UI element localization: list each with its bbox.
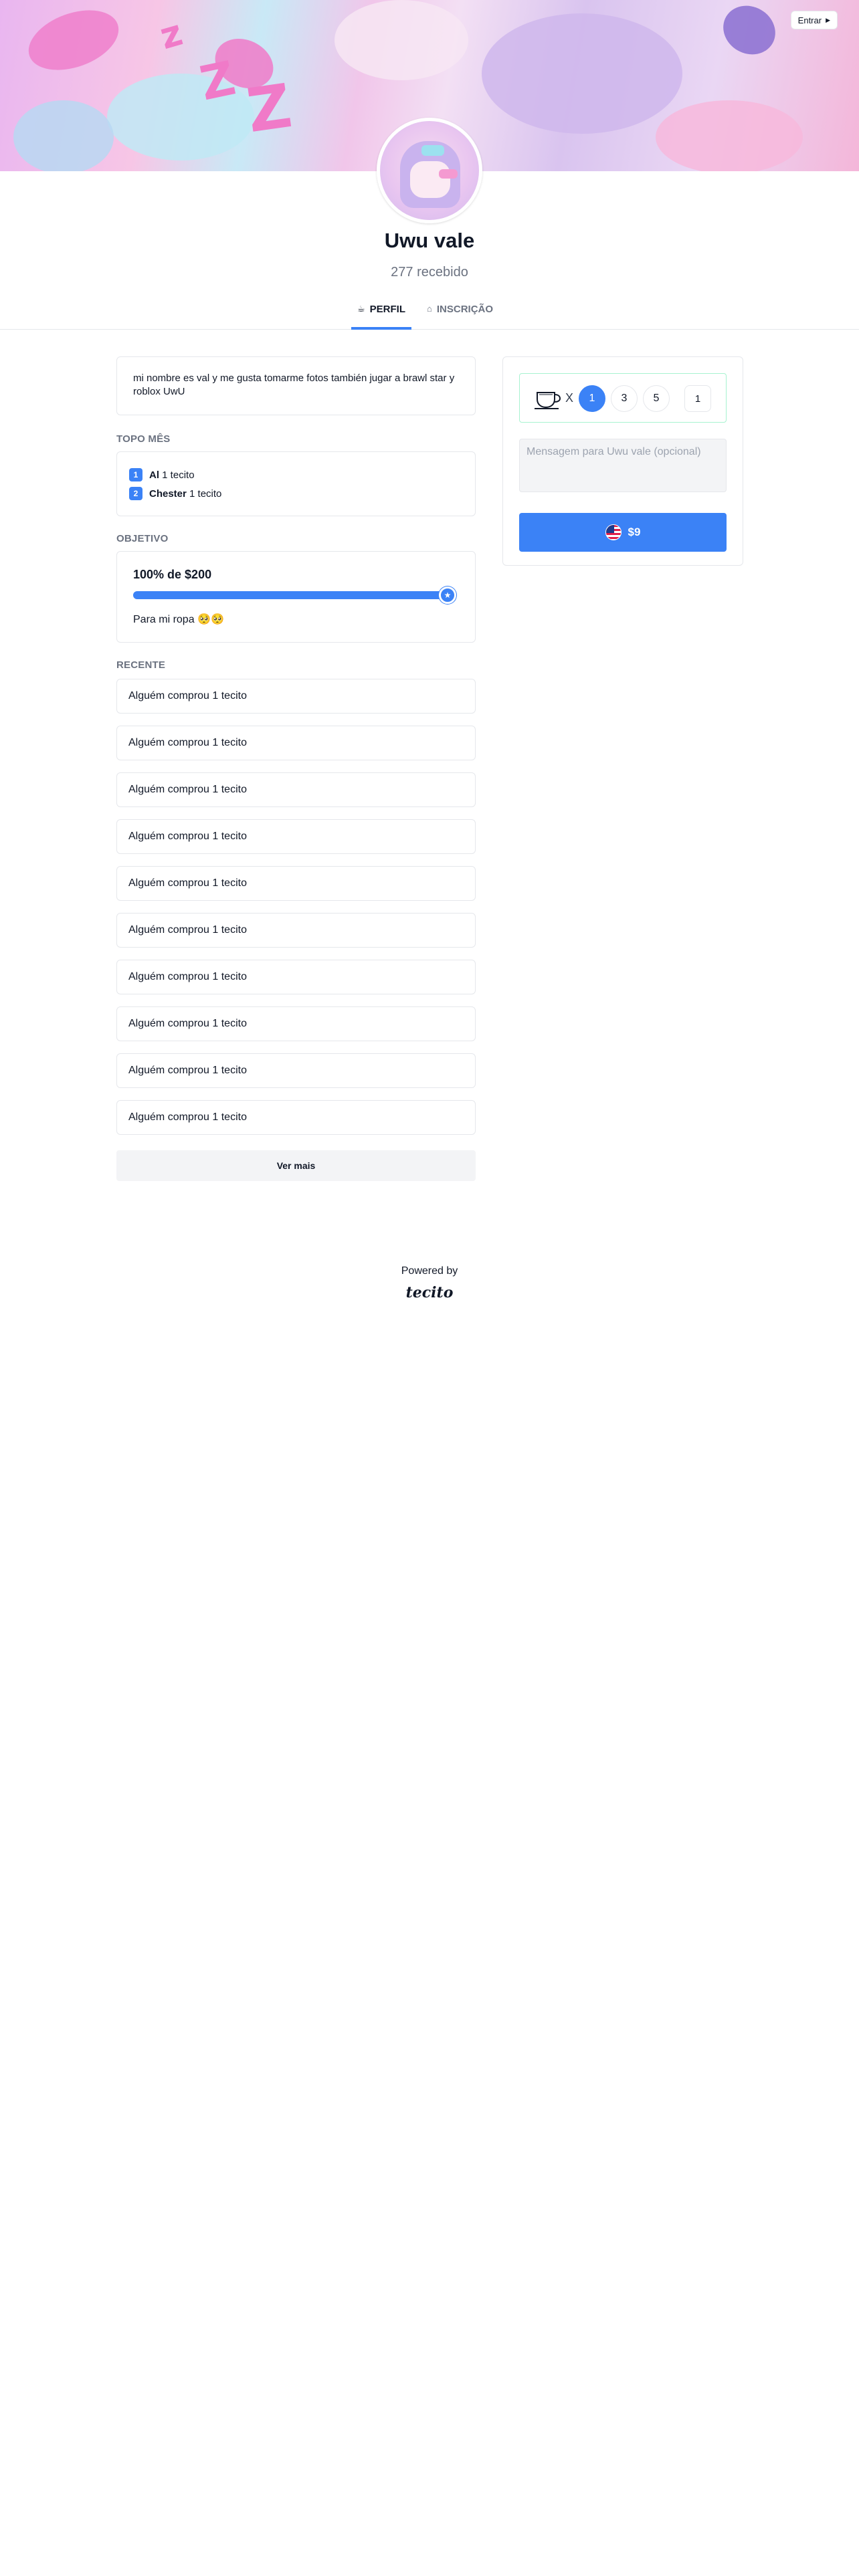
received-count: 277 recebido [391,265,468,280]
list-item: Alguém comprou 1 tecito [116,819,476,854]
goal-description: Para mi ropa 🥺🥺 [133,614,224,625]
quantity-option-5[interactable]: 5 [643,385,670,412]
list-item: Alguém comprou 1 tecito [116,866,476,901]
times-label: X [565,391,574,405]
see-more-button[interactable]: Ver mais [116,1150,476,1181]
login-label: Entrar [797,15,822,25]
tab-profile[interactable]: ☕ PERFIL [351,304,411,330]
support-button[interactable]: $9 [519,513,727,552]
tab-subscription-label: INSCRIÇÃO [436,304,494,315]
top-entry: 1 Al 1 tecito [129,465,463,484]
support-card: X 1 3 5 $9 [502,356,743,566]
login-button[interactable]: Entrar ▶ [790,11,838,29]
star-icon: ★ [439,586,456,604]
list-item: Alguém comprou 1 tecito [116,1053,476,1088]
avatar [377,118,482,223]
tab-bar: ☕ PERFIL ⌂ INSCRIÇÃO [0,294,859,330]
top-entry: 2 Chester 1 tecito [129,484,463,503]
powered-by: Powered by [401,1265,458,1277]
goal-label: OBJETIVO [116,533,169,544]
coffee-icon: ☕ [357,304,365,314]
about-card: mi nombre es val y me gusta tomarme foto… [116,356,476,415]
quantity-option-1[interactable]: 1 [579,385,605,412]
rank-badge: 2 [129,487,142,500]
goal-progress-bar: ★ [133,586,456,604]
supporter-name: Chester [149,488,187,500]
us-flag-icon [605,524,622,540]
tab-subscription[interactable]: ⌂ INSCRIÇÃO [421,304,502,330]
message-input[interactable] [519,439,727,492]
lock-icon: ⌂ [427,304,432,314]
list-item: Alguém comprou 1 tecito [116,913,476,948]
supporter-name: Al [149,469,159,481]
custom-quantity-input[interactable] [684,385,711,412]
about-text: mi nombre es val y me gusta tomarme foto… [133,372,455,397]
brand-logo[interactable]: tecito [0,1284,859,1301]
rank-badge: 1 [129,468,142,481]
support-amount: $9 [628,526,641,538]
recent-label: RECENTE [116,659,166,671]
top-month-card: 1 Al 1 tecito 2 Chester 1 tecito [116,451,476,516]
supporter-amount: 1 tecito [189,488,222,500]
supporter-amount: 1 tecito [162,469,195,481]
tab-profile-label: PERFIL [369,304,405,315]
list-item: Alguém comprou 1 tecito [116,679,476,714]
goal-progress-fill [133,591,448,599]
quantity-option-3[interactable]: 3 [611,385,638,412]
list-item: Alguém comprou 1 tecito [116,1006,476,1041]
list-item: Alguém comprou 1 tecito [116,726,476,760]
list-item: Alguém comprou 1 tecito [116,960,476,994]
teacup-icon [535,392,561,409]
goal-card: 100% de $200 ★ Para mi ropa 🥺🥺 [116,551,476,643]
goal-title: 100% de $200 [133,568,212,581]
profile-name: Uwu vale [384,229,475,252]
list-item: Alguém comprou 1 tecito [116,1100,476,1135]
list-item: Alguém comprou 1 tecito [116,772,476,807]
arrow-right-icon: ▶ [826,16,830,23]
top-month-label: TOPO MÊS [116,433,171,445]
quantity-picker: X 1 3 5 [519,373,727,423]
